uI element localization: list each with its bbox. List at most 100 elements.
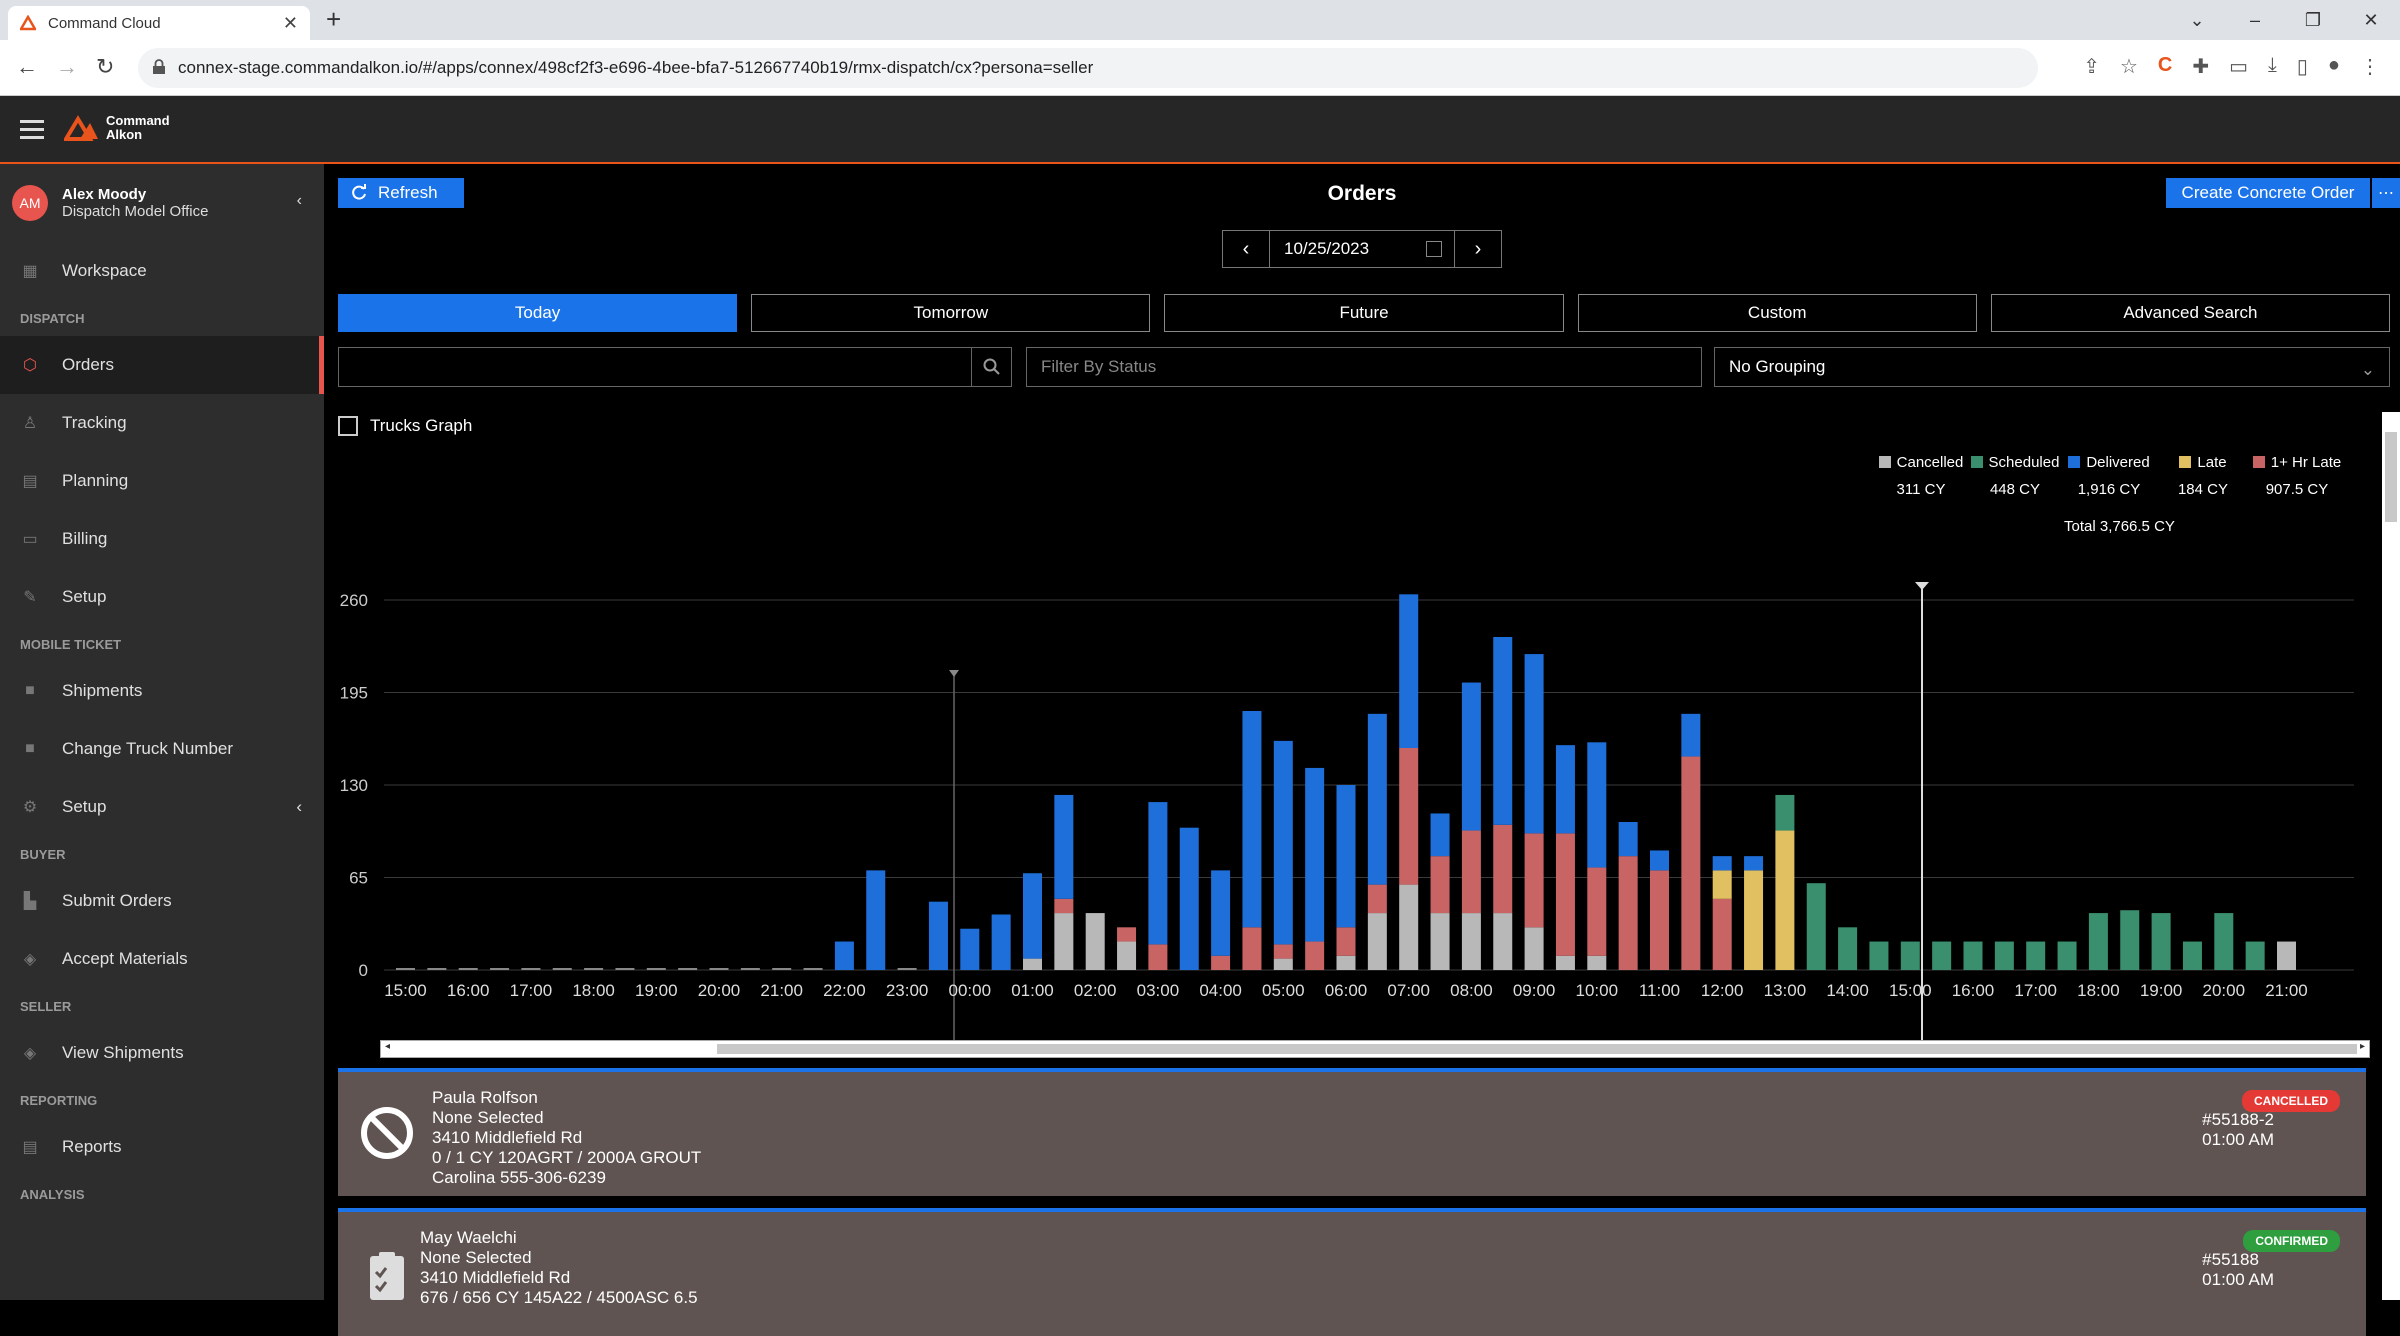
order-card[interactable]: May Waelchi None Selected 3410 Middlefie… [338, 1208, 2366, 1336]
bar-segment-delivered [1179, 827, 1199, 970]
x-tick-label: 11:00 [1639, 981, 1680, 1000]
scroll-left-icon[interactable]: ◂ [385, 1041, 390, 1052]
extensions-puzzle-icon[interactable]: ✚ [2192, 54, 2209, 79]
close-tab-icon[interactable]: ✕ [283, 13, 298, 34]
close-window-icon[interactable]: ✕ [2342, 0, 2400, 40]
vertical-scrollbar[interactable] [2382, 412, 2400, 1300]
download-icon[interactable]: ⤓ [2268, 54, 2277, 79]
new-tab-icon[interactable]: + [326, 4, 341, 35]
share-icon[interactable]: ⇪ [2083, 54, 2100, 79]
bar-segment-1-hr-late [1524, 833, 1544, 928]
truck-icon: ■ [25, 682, 35, 699]
order-contact: Carolina 555-306-6239 [432, 1168, 606, 1187]
bar-empty [458, 968, 478, 970]
order-product: 0 / 1 CY 120AGRT / 2000A GROUT [432, 1148, 702, 1167]
browser-address-bar: ← → ↻ connex-stage.commandalkon.io/#/app… [0, 40, 2400, 96]
extension-c-icon[interactable]: C [2158, 54, 2172, 79]
profile-avatar-icon[interactable]: ● [2328, 54, 2340, 79]
chevron-left-icon[interactable]: ‹ [296, 797, 302, 817]
browser-tab-bar: Command Cloud ✕ + ⌄ – ❐ ✕ [0, 0, 2400, 40]
sidebar-item-tracking[interactable]: ♙ Tracking [0, 394, 324, 452]
x-tick-label: 19:00 [635, 981, 678, 1000]
bar-segment-cancelled [1054, 913, 1074, 970]
hamburger-menu-icon[interactable] [20, 120, 44, 139]
order-number: #55188 [2202, 1250, 2259, 1269]
marker-arrow [949, 670, 959, 677]
bar-segment-1-hr-late [1587, 867, 1607, 956]
y-tick-label: 65 [349, 869, 368, 888]
sidebar-item-reports[interactable]: ▤ Reports [0, 1118, 324, 1176]
bar-empty [740, 968, 760, 970]
url-field[interactable]: connex-stage.commandalkon.io/#/apps/conn… [138, 48, 2038, 88]
command-alkon-logo[interactable]: Command Alkon [64, 114, 170, 142]
bar-segment-delivered [1430, 813, 1450, 857]
bar-segment-scheduled [1932, 941, 1952, 970]
order-product: 676 / 656 CY 145A22 / 4500ASC 6.5 [420, 1288, 698, 1307]
forward-icon[interactable]: → [56, 54, 78, 80]
collapse-sidebar-icon[interactable]: ‹ [297, 192, 302, 210]
sidebar-item-shipments[interactable]: ■ Shipments [0, 662, 324, 720]
user-profile[interactable]: AM Alex Moody Dispatch Model Office ‹ [0, 164, 324, 242]
bar-segment-delivered [1336, 785, 1356, 928]
x-tick-label: 18:00 [572, 981, 615, 1000]
scroll-right-icon[interactable]: ▸ [2360, 1041, 2365, 1052]
browser-tab[interactable]: Command Cloud ✕ [8, 6, 310, 40]
x-tick-label: 13:00 [1764, 981, 1807, 1000]
order-customer: May Waelchi [420, 1228, 517, 1247]
bar-segment-cancelled [1023, 958, 1042, 970]
bar-segment-delivered [960, 928, 980, 970]
order-card[interactable]: Paula Rolfson None Selected 3410 Middlef… [338, 1068, 2366, 1196]
section-mobile-ticket: MOBILE TICKET [20, 636, 122, 652]
sidebar-item-mobile-setup[interactable]: ⚙ Setup ‹ [0, 778, 324, 836]
sidebar-item-billing[interactable]: ▭ Billing [0, 510, 324, 568]
x-tick-label: 14:00 [1826, 981, 1869, 1000]
x-tick-label: 16:00 [1952, 981, 1995, 1000]
sidepanel-icon[interactable]: ▯ [2297, 54, 2308, 79]
bar-segment-1-hr-late [1367, 884, 1387, 914]
order-time: 01:00 AM [2202, 1130, 2274, 1149]
back-icon[interactable]: ← [16, 54, 38, 80]
x-tick-label: 20:00 [698, 981, 741, 1000]
bar-empty [646, 968, 666, 970]
restore-icon[interactable]: ❐ [2284, 0, 2342, 40]
bar-segment-1-hr-late [1650, 870, 1669, 970]
bar-segment-delivered [928, 901, 948, 970]
bookmark-star-icon[interactable]: ☆ [2120, 54, 2138, 79]
sidebar-item-submit-orders[interactable]: ▙ Submit Orders [0, 872, 324, 930]
order-address: 3410 Middlefield Rd [420, 1268, 571, 1287]
bar-segment-delivered [1023, 873, 1042, 959]
sidebar-item-orders[interactable]: ⬡ Orders [0, 336, 324, 394]
bar-segment-delivered [1587, 742, 1607, 868]
bar-segment-1-hr-late [1305, 941, 1325, 970]
reload-icon[interactable]: ↻ [96, 54, 114, 80]
bar-empty [897, 968, 917, 970]
sidebar-item-accept-materials[interactable]: ◈ Accept Materials [0, 930, 324, 988]
bar-segment-delivered [1148, 802, 1168, 945]
person-icon: ♙ [22, 415, 38, 432]
bar-empty [490, 968, 510, 970]
bar-segment-cancelled [1430, 913, 1450, 970]
logo-text: Command Alkon [106, 113, 170, 142]
bar-empty [427, 968, 447, 970]
browser-menu-icon[interactable]: ⋮ [2360, 54, 2380, 79]
tab-search-icon[interactable]: ⌄ [2168, 0, 2226, 40]
x-tick-label: 17:00 [510, 981, 553, 1000]
wrench-icon: ✎ [23, 589, 37, 606]
sidebar-item-view-shipments[interactable]: ◈ View Shipments [0, 1024, 324, 1082]
cast-icon[interactable]: ▭ [2229, 54, 2248, 79]
bar-segment-delivered [1618, 822, 1638, 857]
bar-segment-1-hr-late [1148, 944, 1168, 970]
chart-horizontal-scrollbar[interactable]: ◂ ▸ [380, 1040, 2370, 1058]
sidebar-item-workspace[interactable]: ▦ Workspace [0, 242, 324, 300]
sidebar-item-change-truck-number[interactable]: ■ Change Truck Number [0, 720, 324, 778]
bar-segment-1-hr-late [1054, 898, 1074, 914]
sidebar-item-setup[interactable]: ✎ Setup [0, 568, 324, 626]
minimize-icon[interactable]: – [2226, 0, 2284, 40]
vertical-scrollbar-thumb[interactable] [2385, 432, 2397, 522]
section-buyer: BUYER [20, 846, 66, 862]
bar-segment-delivered [834, 941, 854, 970]
scrollbar-thumb[interactable] [717, 1044, 2357, 1054]
bar-segment-delivered [1681, 713, 1701, 757]
x-tick-label: 21:00 [760, 981, 803, 1000]
sidebar-item-planning[interactable]: ▤ Planning [0, 452, 324, 510]
